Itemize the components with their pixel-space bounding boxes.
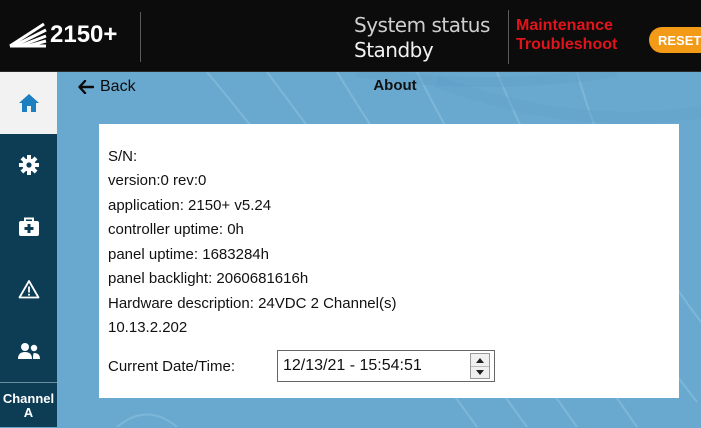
back-button[interactable]: Back [78,78,136,96]
spin-down-button[interactable] [471,366,489,378]
warning-icon [18,280,39,299]
caret-up-icon [476,357,484,363]
divider [508,10,509,64]
toolbox-icon [18,217,39,236]
controller-uptime: controller uptime: 0h [108,221,244,238]
datetime-value: 12/13/21 - 15:54:51 [283,357,422,374]
datetime-spinner [470,353,490,379]
datetime-input[interactable]: 12/13/21 - 15:54:51 [277,350,495,382]
version-info: version:0 rev:0 [108,172,207,189]
channel-value: A [23,404,34,420]
sidebar-item-home[interactable] [0,72,57,134]
channel-label: Channel [2,390,55,406]
home-icon [18,94,39,112]
maintenance-label: Maintenance [516,17,613,34]
datetime-label: Current Date/Time: [108,358,235,375]
app-name: 2150+ [50,21,118,48]
page-title: About [373,77,417,94]
panel-uptime: panel uptime: 1683284h [108,246,269,263]
sidebar: Channel A [0,72,57,427]
serial-number: S/N: [108,148,138,165]
application-info: application: 2150+ v5.24 [108,197,272,214]
channel-selector[interactable]: Channel A [0,382,57,428]
top-bar: 2150+ System status Standby Maintenance … [0,0,701,72]
divider [140,12,141,62]
maintenance-troubleshoot-link[interactable]: Maintenance Troubleshoot [516,16,617,54]
sidebar-item-alarms[interactable] [0,258,57,320]
users-icon [17,343,40,359]
logo-wave-icon [9,22,47,48]
sidebar-item-service[interactable] [0,196,57,258]
hardware-description: Hardware description: 24VDC 2 Channel(s) [108,295,397,312]
arrow-left-icon [78,80,94,94]
logo: 2150+ [8,12,117,58]
sidebar-item-users[interactable] [0,320,57,382]
system-status-value: Standby [354,38,434,62]
system-status-label: System status [354,13,490,37]
panel-backlight: panel backlight: 2060681616h [108,270,309,287]
reset-button[interactable]: RESET [649,27,701,53]
ip-address: 10.13.2.202 [108,319,188,336]
back-label: Back [100,78,136,95]
caret-down-icon [476,369,484,375]
sidebar-item-settings[interactable] [0,134,57,196]
troubleshoot-label: Troubleshoot [516,36,618,53]
gear-icon [18,155,39,175]
